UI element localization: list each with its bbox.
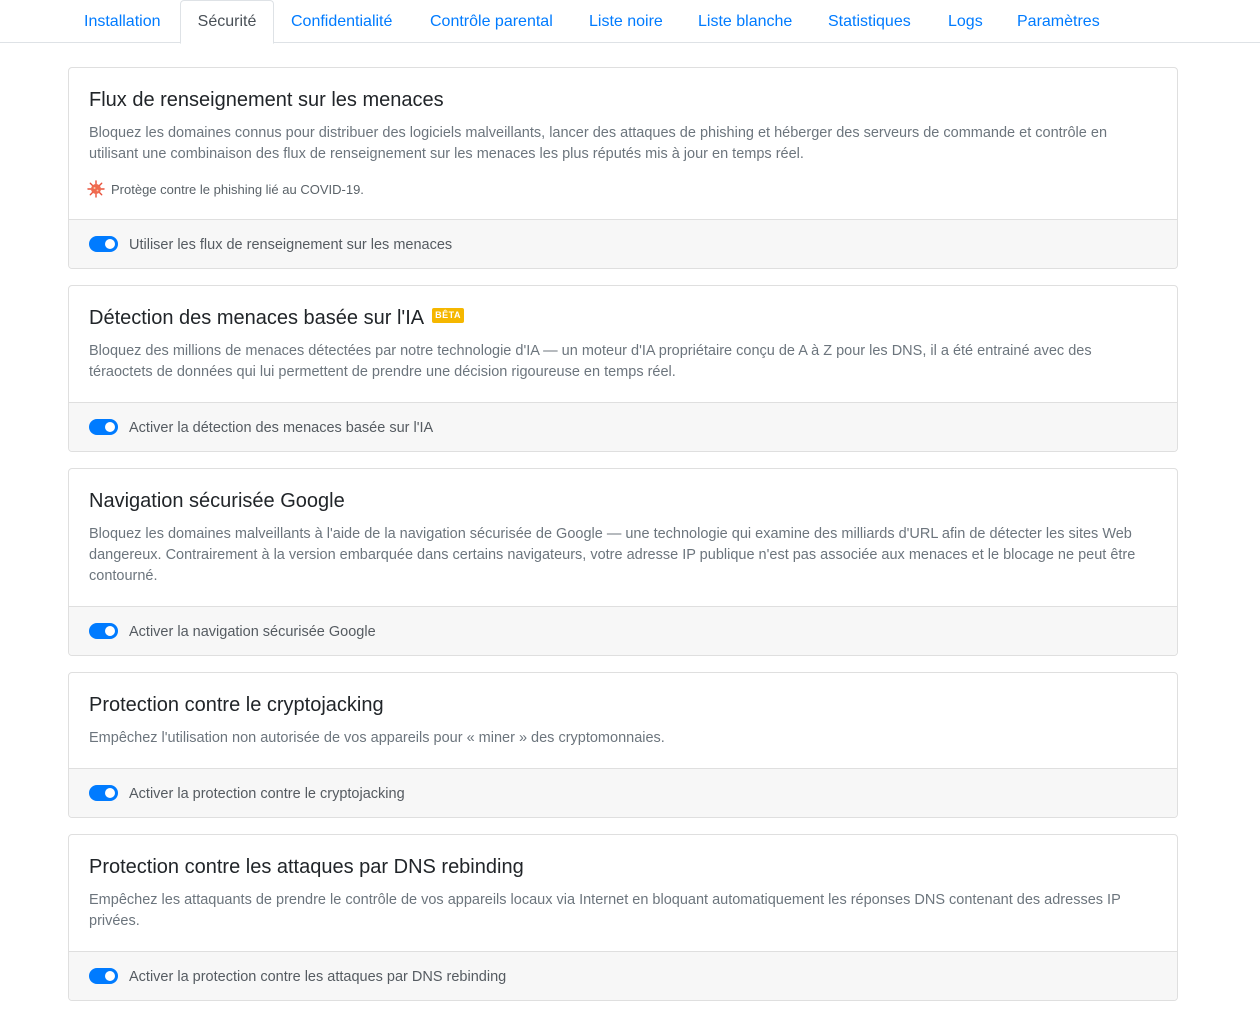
card-description: Bloquez des millions de menaces détectée… (89, 343, 1092, 380)
tab-securite[interactable]: Sécurité (180, 0, 274, 44)
card-title: Protection contre le cryptojacking (89, 694, 384, 716)
card-title: Flux de renseignement sur les menaces (89, 89, 444, 111)
card-title: Protection contre les attaques par DNS r… (89, 856, 524, 878)
card-description: Empêchez l'utilisation non autorisée de … (89, 730, 665, 746)
tab-bar: Installation Sécurité Confidentialité Co… (0, 0, 1260, 44)
card-description: Bloquez les domaines malveillants à l'ai… (89, 526, 1136, 584)
cryptojacking-toggle[interactable] (89, 785, 118, 801)
beta-badge: BÊTA (432, 308, 464, 324)
cryptojacking-toggle-label[interactable]: Activer la protection contre le cryptoja… (129, 769, 405, 817)
threat-feeds-toggle-label[interactable]: Utiliser les flux de renseignement sur l… (129, 220, 452, 268)
card-description: Bloquez les domaines connus pour distrib… (89, 125, 1108, 162)
card-footer: Utiliser les flux de renseignement sur l… (69, 219, 1177, 268)
virus-icon (87, 180, 105, 198)
threat-intelligence-card: Flux de renseignement sur les menaces Bl… (68, 67, 1178, 269)
ai-detection-toggle[interactable] (89, 419, 118, 435)
card-footer: Activer la protection contre les attaque… (69, 951, 1177, 1000)
threat-feeds-toggle[interactable] (89, 236, 118, 252)
ai-detection-toggle-label[interactable]: Activer la détection des menaces basée s… (129, 403, 433, 451)
safe-browsing-toggle-label[interactable]: Activer la navigation sécurisée Google (129, 607, 376, 655)
dns-rebinding-toggle-label[interactable]: Activer la protection contre les attaque… (129, 952, 506, 1000)
covid-note: Protège contre le phishing lié au COVID-… (87, 180, 364, 198)
card-title-text: Détection des menaces basée sur l'IA (89, 307, 425, 329)
card-title: Navigation sécurisée Google (89, 490, 345, 512)
cryptojacking-card: Protection contre le cryptojacking Empêc… (68, 672, 1178, 818)
card-description: Empêchez les attaquants de prendre le co… (89, 892, 1121, 929)
tab-liste-noire[interactable]: Liste noire (589, 0, 663, 43)
card-footer: Activer la navigation sécurisée Google (69, 606, 1177, 655)
ai-detection-card: Détection des menaces basée sur l'IA BÊTA… (68, 285, 1178, 452)
note-text: Protège contre le phishing lié au COVID-… (111, 181, 364, 197)
tab-controle-parental[interactable]: Contrôle parental (430, 0, 553, 43)
dns-rebinding-toggle[interactable] (89, 968, 118, 984)
card-title: Détection des menaces basée sur l'IA BÊTA (89, 307, 464, 330)
tab-confidentialite[interactable]: Confidentialité (291, 0, 392, 43)
tab-installation[interactable]: Installation (84, 0, 161, 43)
tab-statistiques[interactable]: Statistiques (828, 0, 911, 43)
google-safe-browsing-card: Navigation sécurisée Google Bloquez les … (68, 468, 1178, 656)
tab-parametres[interactable]: Paramètres (1017, 0, 1100, 43)
tab-liste-blanche[interactable]: Liste blanche (698, 0, 792, 43)
card-footer: Activer la détection des menaces basée s… (69, 402, 1177, 451)
dns-rebinding-card: Protection contre les attaques par DNS r… (68, 834, 1178, 1001)
safe-browsing-toggle[interactable] (89, 623, 118, 639)
card-footer: Activer la protection contre le cryptoja… (69, 768, 1177, 817)
tab-logs[interactable]: Logs (948, 0, 983, 43)
